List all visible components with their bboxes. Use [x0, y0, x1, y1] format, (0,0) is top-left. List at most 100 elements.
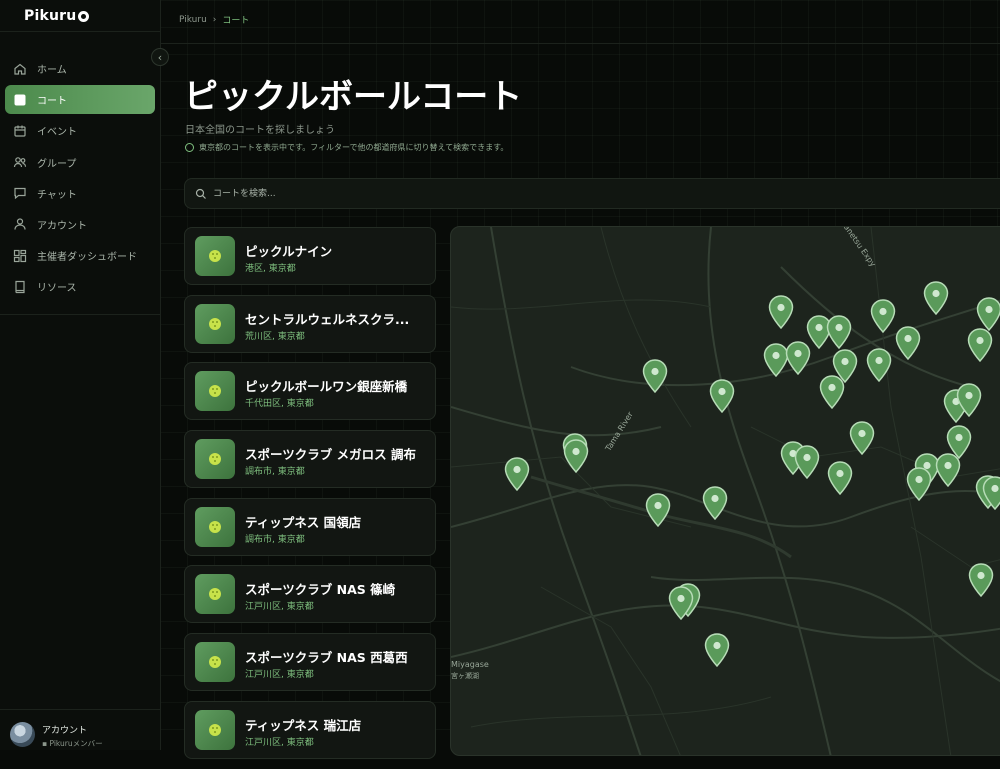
- map-pin-icon[interactable]: [895, 326, 921, 360]
- topbar: Pikuru › コート: [160, 0, 1000, 44]
- map-pin-icon[interactable]: [982, 476, 1000, 510]
- court-card[interactable]: セントラルウェルネスクラ... 荒川区, 東京都: [184, 294, 436, 353]
- pickleball-icon: [209, 317, 221, 330]
- court-card[interactable]: スポーツクラブ NAS 西葛西 江戸川区, 東京都: [184, 633, 436, 692]
- map-pin-icon[interactable]: [827, 461, 853, 495]
- account-role-text: Pikuruメンバー: [49, 739, 103, 748]
- map-pin-icon[interactable]: [870, 299, 896, 333]
- search-icon: [195, 188, 206, 199]
- users-icon: [13, 155, 27, 169]
- map-pin-icon[interactable]: [668, 586, 694, 620]
- map-pin-icon[interactable]: [794, 445, 820, 479]
- map-pin-icon[interactable]: [906, 467, 932, 501]
- map-pin-icon[interactable]: [645, 493, 671, 527]
- court-card[interactable]: ピックルボールワン銀座新橋 千代田区, 東京都: [184, 362, 436, 421]
- map-pin-icon[interactable]: [967, 328, 993, 362]
- court-location: 調布市, 東京都: [245, 467, 305, 478]
- avatar[interactable]: [10, 722, 35, 747]
- court-thumbnail: [195, 574, 235, 615]
- sidebar: Pikuru ホーム コート イベント グループ チャット アカウント 主催者ダ…: [0, 0, 161, 750]
- sidebar-item-events[interactable]: イベント: [5, 116, 155, 145]
- pickleball-logo-icon: [78, 10, 90, 22]
- pickleball-icon: [209, 453, 221, 466]
- map-pin-icon[interactable]: [768, 295, 794, 329]
- sidebar-item-label: イベント: [37, 127, 77, 139]
- breadcrumb-root[interactable]: Pikuru: [179, 15, 207, 25]
- map-pin-icon[interactable]: [642, 359, 668, 393]
- account-name: アカウント: [42, 726, 88, 736]
- sidebar-item-courts[interactable]: コート: [5, 85, 155, 115]
- calendar-icon: [13, 124, 27, 138]
- sidebar-item-label: グループ: [37, 158, 77, 170]
- map-pin-icon[interactable]: [849, 421, 875, 455]
- court-card[interactable]: ティップネス 瑞江店 江戸川区, 東京都: [184, 700, 436, 759]
- map-pin-icon[interactable]: [956, 383, 982, 417]
- info-icon: [185, 143, 194, 152]
- court-map[interactable]: Tama River Miyagase 宮ヶ瀬湖 Kanetsu Expy: [450, 226, 1000, 756]
- court-card[interactable]: ティップネス 国領店 調布市, 東京都: [184, 497, 436, 556]
- court-card[interactable]: スポーツクラブ メガロス 調布 調布市, 東京都: [184, 430, 436, 489]
- map-pin-icon[interactable]: [709, 379, 735, 413]
- court-thumbnail: [195, 236, 235, 276]
- account-role: ▪ Pikuruメンバー: [42, 739, 103, 748]
- court-thumbnail: [195, 439, 235, 480]
- breadcrumb: Pikuru › コート: [179, 13, 249, 27]
- court-name: ティップネス 国領店: [245, 514, 362, 530]
- search-input[interactable]: [211, 187, 915, 200]
- court-name: スポーツクラブ NAS 篠崎: [245, 582, 396, 598]
- divider: [0, 31, 160, 32]
- map-pin-icon[interactable]: [504, 457, 530, 491]
- sidebar-item-label: ホーム: [37, 65, 67, 76]
- map-pin-icon[interactable]: [976, 297, 1000, 331]
- court-location: 千代田区, 東京都: [245, 399, 314, 410]
- court-name: セントラルウェルネスクラ...: [245, 311, 410, 327]
- breadcrumb-separator: ›: [212, 14, 217, 25]
- court-thumbnail: [195, 506, 235, 547]
- sidebar-item-chat[interactable]: チャット: [5, 179, 155, 208]
- court-icon: [13, 93, 27, 107]
- sidebar-item-organizer-dashboard[interactable]: 主催者ダッシュボード: [5, 241, 155, 270]
- court-thumbnail: [195, 642, 235, 683]
- map-label-place: Miyagase: [451, 660, 489, 669]
- pickleball-icon: [209, 656, 221, 669]
- court-list: ピックルナイン 港区, 東京都 セントラルウェルネスクラ... 荒川区, 東京都…: [184, 227, 436, 769]
- sidebar-item-home[interactable]: ホーム: [5, 54, 155, 83]
- map-pin-icon[interactable]: [785, 341, 811, 375]
- map-pin-icon[interactable]: [826, 315, 852, 349]
- map-pin-icon[interactable]: [702, 486, 728, 520]
- court-name: ピックルナイン: [245, 244, 333, 259]
- map-pin-icon[interactable]: [923, 281, 949, 315]
- court-location: 調布市, 東京都: [245, 534, 305, 545]
- court-card[interactable]: ピックルナイン 港区, 東京都: [184, 227, 436, 285]
- chevron-left-icon: ‹: [157, 50, 163, 64]
- account-footer[interactable]: アカウント ▪ Pikuruメンバー: [0, 709, 160, 750]
- map-pin-icon[interactable]: [968, 563, 994, 597]
- search-bar[interactable]: [184, 178, 1000, 209]
- page-title: ピックルボールコート: [184, 77, 523, 117]
- logo[interactable]: Pikuru: [24, 8, 90, 24]
- court-location: 荒川区, 東京都: [245, 331, 305, 342]
- user-icon: [13, 217, 27, 231]
- map-pin-icon[interactable]: [704, 633, 730, 667]
- court-location: 江戸川区, 東京都: [245, 737, 314, 748]
- sidebar-item-account[interactable]: アカウント: [5, 210, 155, 239]
- court-name: スポーツクラブ メガロス 調布: [245, 447, 416, 463]
- sidebar-nav: ホーム コート イベント グループ チャット アカウント 主催者ダッシュボード: [5, 54, 155, 304]
- map-pin-icon[interactable]: [819, 375, 845, 409]
- court-card[interactable]: スポーツクラブ NAS 篠崎 江戸川区, 東京都: [184, 565, 436, 624]
- collapse-sidebar-button[interactable]: ‹: [151, 48, 169, 66]
- pickleball-icon: [209, 250, 221, 262]
- dashboard-icon: [13, 249, 27, 263]
- info-text: 東京都のコートを表示中です。フィルターで他の都道府県に切り替えて検索できます。: [199, 143, 509, 152]
- sidebar-item-resources[interactable]: リソース: [5, 272, 155, 301]
- map-pin-icon[interactable]: [866, 348, 892, 382]
- court-location: 江戸川区, 東京都: [245, 670, 314, 681]
- map-pin-icon[interactable]: [563, 439, 589, 473]
- sidebar-item-groups[interactable]: グループ: [5, 148, 155, 177]
- court-location: 港区, 東京都: [245, 264, 296, 274]
- sidebar-item-label: コート: [37, 96, 67, 108]
- court-name: ピックルボールワン銀座新橋: [245, 379, 408, 395]
- divider: [0, 314, 160, 315]
- sidebar-item-label: アカウント: [37, 220, 87, 232]
- map-pin-icon[interactable]: [946, 425, 972, 459]
